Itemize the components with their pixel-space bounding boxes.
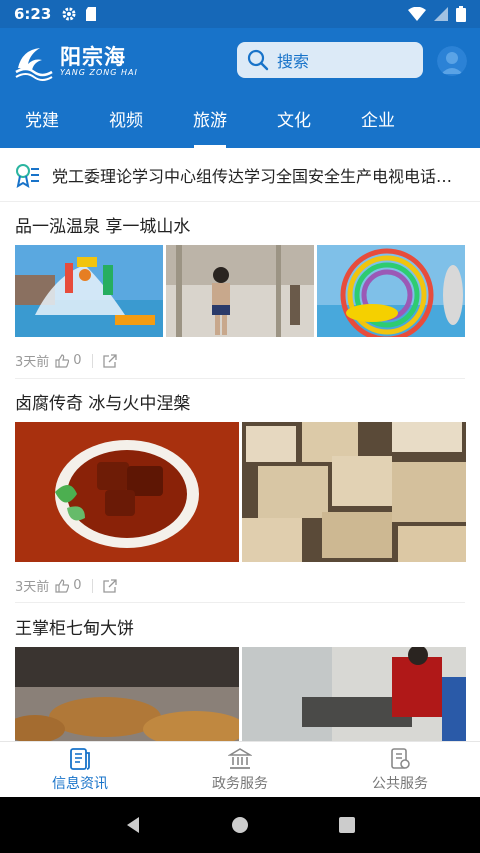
article-title: 王掌柜七甸大饼 — [15, 619, 134, 639]
bottom-nav: 信息资讯 政务服务 公共服务 — [0, 741, 480, 797]
article-meta: 3天前 0 — [15, 351, 117, 370]
share-icon[interactable] — [102, 353, 117, 368]
government-building-icon — [228, 747, 252, 769]
home-icon[interactable] — [230, 815, 250, 835]
notice-badge-icon — [16, 163, 39, 188]
article-title: 品一泓温泉 享一城山水 — [15, 217, 191, 237]
nav-government[interactable]: 政务服务 — [160, 742, 320, 797]
logo-wave-icon — [15, 48, 53, 81]
nav-info-label: 信息资讯 — [52, 775, 108, 792]
notice-banner[interactable]: 党工委理论学习中心组传达学习全国安全生产电视电话会议精神 — [0, 148, 480, 202]
article-image — [242, 422, 466, 562]
document-service-icon — [391, 747, 410, 769]
article-image — [166, 245, 314, 337]
nav-government-label: 政务服务 — [212, 775, 268, 792]
like-button[interactable]: 0 — [55, 353, 82, 368]
notice-text: 党工委理论学习中心组传达学习全国安全生产电视电话会议精神 — [52, 166, 462, 186]
category-tabs: 党建 视频 旅游 文化 企业 — [0, 94, 480, 148]
tab-dangjian[interactable]: 党建 — [0, 94, 84, 148]
battery-icon — [456, 6, 466, 22]
nav-info[interactable]: 信息资讯 — [0, 742, 160, 797]
app-header: 阳宗海 YANG ZONG HAI 搜索 — [0, 28, 480, 94]
tab-video[interactable]: 视频 — [84, 94, 168, 148]
like-count: 0 — [73, 353, 82, 368]
nav-public-label: 公共服务 — [372, 775, 428, 792]
divider — [15, 602, 465, 603]
share-icon[interactable] — [102, 578, 117, 593]
divider — [15, 378, 465, 379]
article-card[interactable]: 卤腐传奇 冰与火中涅槃 3天前 0 — [0, 389, 480, 601]
status-bar: 6:23 — [0, 0, 480, 28]
logo-text-en: YANG ZONG HAI — [60, 68, 138, 77]
settings-icon — [62, 7, 76, 21]
status-time: 6:23 — [14, 5, 52, 23]
app-logo: 阳宗海 YANG ZONG HAI — [14, 40, 144, 84]
article-time: 3天前 — [15, 355, 50, 370]
back-icon[interactable] — [123, 815, 143, 835]
sd-card-icon — [86, 7, 97, 21]
article-card[interactable]: 王掌柜七甸大饼 — [0, 614, 480, 741]
article-image — [15, 245, 163, 337]
article-image — [317, 245, 465, 337]
thumbs-up-icon — [55, 353, 70, 368]
thumbs-up-icon — [55, 578, 70, 593]
like-count: 0 — [73, 578, 82, 593]
article-time: 3天前 — [15, 580, 50, 595]
search-bar[interactable]: 搜索 — [237, 42, 423, 78]
signal-icon — [434, 7, 448, 21]
tab-tourism[interactable]: 旅游 — [168, 94, 252, 148]
tab-culture[interactable]: 文化 — [252, 94, 336, 148]
tab-enterprise[interactable]: 企业 — [336, 94, 420, 148]
article-image — [15, 647, 239, 741]
user-avatar[interactable] — [437, 46, 467, 76]
article-meta: 3天前 0 — [15, 576, 117, 595]
system-nav-bar — [0, 797, 480, 853]
recents-icon[interactable] — [337, 815, 357, 835]
article-image — [15, 422, 239, 562]
search-placeholder: 搜索 — [277, 52, 310, 71]
article-image — [242, 647, 466, 741]
nav-public[interactable]: 公共服务 — [320, 742, 480, 797]
article-title: 卤腐传奇 冰与火中涅槃 — [15, 394, 191, 414]
like-button[interactable]: 0 — [55, 578, 82, 593]
article-card[interactable]: 品一泓温泉 享一城山水 3天前 0 — [0, 212, 480, 378]
news-icon — [70, 747, 90, 770]
logo-text-cn: 阳宗海 — [60, 45, 126, 69]
wifi-icon — [408, 7, 426, 21]
search-icon — [247, 49, 269, 71]
